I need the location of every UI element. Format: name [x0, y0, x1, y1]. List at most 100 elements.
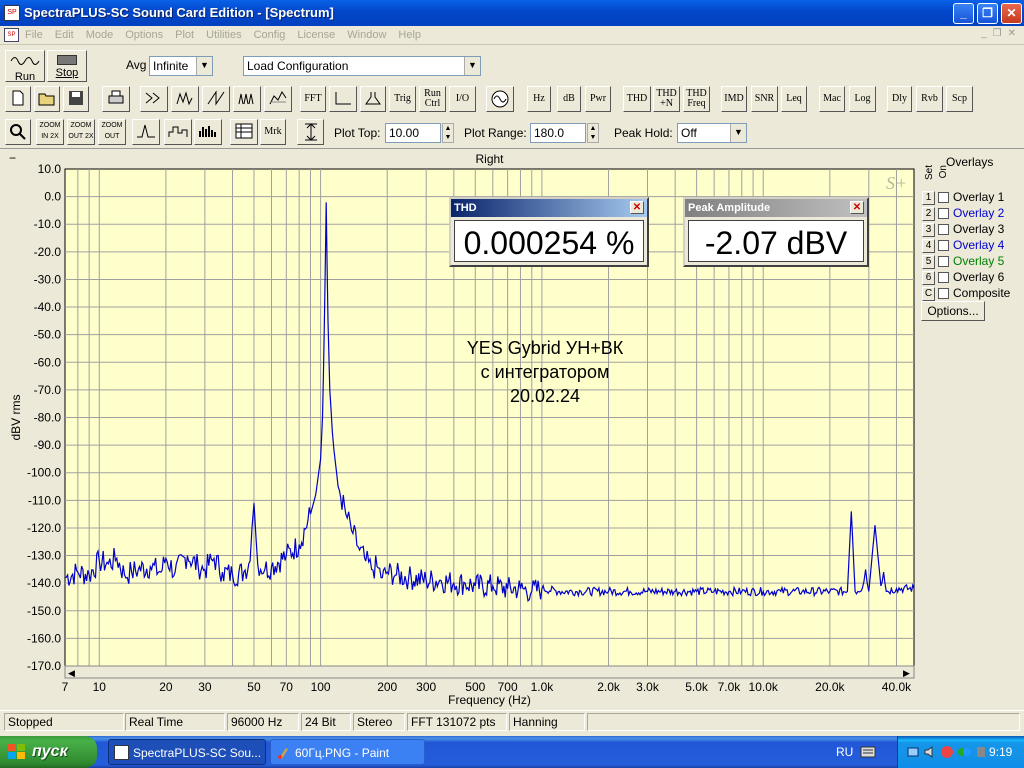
overlay-checkbox[interactable] — [938, 240, 949, 252]
weighting-button[interactable] — [360, 86, 386, 112]
menu-edit[interactable]: Edit — [55, 29, 74, 41]
start-button[interactable]: пуск — [0, 736, 97, 768]
save-button[interactable] — [63, 86, 89, 112]
overlay-set-button[interactable]: 4 — [922, 238, 935, 253]
calibrate-button[interactable] — [486, 86, 514, 112]
line-plot-button[interactable] — [132, 119, 160, 145]
mdi-controls: _ ❐ ✕ — [981, 28, 1016, 39]
overlay-set-button[interactable]: C — [922, 286, 935, 301]
generator-button[interactable] — [140, 86, 168, 112]
minimize-button[interactable]: _ — [953, 3, 974, 24]
menu-window[interactable]: Window — [347, 29, 386, 41]
overlay-checkbox[interactable] — [938, 272, 949, 284]
app-icon[interactable]: SP — [4, 5, 20, 21]
hz-button[interactable]: Hz — [527, 86, 551, 112]
overlay-set-button[interactable]: 3 — [922, 222, 935, 237]
keyboard-icon[interactable] — [860, 745, 876, 759]
trig-button[interactable]: Trig — [389, 86, 416, 112]
thd-freq-button[interactable]: THD Freq — [683, 86, 710, 112]
overlay-checkbox[interactable] — [938, 192, 949, 204]
thd-button[interactable]: THD — [623, 86, 651, 112]
db-button[interactable]: dB — [557, 86, 581, 112]
close-icon[interactable]: ✕ — [630, 201, 644, 214]
zoom-in-button[interactable]: ZOOM IN 2X — [36, 119, 64, 145]
peak-hold-select[interactable]: Off ▼ — [677, 123, 747, 143]
mdi-restore-icon[interactable]: ❐ — [993, 28, 1002, 39]
run-button[interactable]: Run — [5, 50, 45, 82]
menu-mode[interactable]: Mode — [86, 29, 114, 41]
overlay-set-button[interactable]: 2 — [922, 206, 935, 221]
stop-button[interactable]: Stop — [47, 50, 87, 82]
plot-top-input[interactable]: 10.00 — [385, 123, 441, 143]
fft-button[interactable]: FFT — [300, 86, 326, 112]
spectrogram-button[interactable] — [264, 86, 292, 112]
zoom-button[interactable] — [5, 119, 31, 145]
menu-help[interactable]: Help — [398, 29, 421, 41]
peak-amplitude-meter[interactable]: Peak Amplitude ✕ -2.07 dBV — [683, 197, 869, 267]
waveform-button[interactable] — [202, 86, 230, 112]
status-state: Stopped — [4, 713, 124, 731]
plot-range-stepper[interactable]: ▲ ▼ — [587, 123, 599, 143]
network-icon[interactable] — [906, 745, 920, 759]
close-button[interactable]: ✕ — [1001, 3, 1022, 24]
log-button[interactable]: Log — [849, 86, 876, 112]
thdn-button[interactable]: THD +N — [653, 86, 680, 112]
run-ctrl-button[interactable]: Run Ctrl — [419, 86, 446, 112]
marker-button[interactable]: Mrk — [260, 119, 286, 145]
task-spectraplus[interactable]: SpectraPLUS-SC Sou... — [108, 739, 266, 765]
security-icon[interactable] — [940, 745, 954, 759]
bar-plot-button[interactable] — [164, 119, 192, 145]
menu-options[interactable]: Options — [125, 29, 163, 41]
menu-config[interactable]: Config — [254, 29, 286, 41]
avg-select[interactable]: Infinite ▼ — [149, 56, 213, 76]
overlay-set-button[interactable]: 5 — [922, 254, 935, 269]
mdi-minimize-icon[interactable]: _ — [981, 28, 987, 39]
mac-button[interactable]: Mac — [819, 86, 845, 112]
autoscale-button[interactable] — [297, 119, 324, 145]
language-indicator[interactable]: RU — [836, 736, 853, 768]
volume-icon[interactable] — [923, 745, 937, 759]
menu-file[interactable]: File — [25, 29, 43, 41]
new-button[interactable] — [5, 86, 31, 112]
pwr-button[interactable]: Pwr — [585, 86, 611, 112]
spectrum-button[interactable] — [171, 86, 199, 112]
menu-plot[interactable]: Plot — [175, 29, 194, 41]
menu-utilities[interactable]: Utilities — [206, 29, 241, 41]
overlay-set-button[interactable]: 6 — [922, 270, 935, 285]
overlay-checkbox[interactable] — [938, 224, 949, 236]
snr-button[interactable]: SNR — [751, 86, 778, 112]
document-icon[interactable]: SP — [4, 28, 19, 42]
plot-top-stepper[interactable]: ▲ ▼ — [442, 123, 454, 143]
bar-graph-button[interactable] — [329, 86, 357, 112]
scp-button[interactable]: Scp — [946, 86, 973, 112]
collapse-button[interactable]: − — [9, 151, 16, 165]
plot-range-input[interactable]: 180.0 — [530, 123, 586, 143]
rvb-button[interactable]: Rvb — [916, 86, 943, 112]
octave-button[interactable] — [194, 119, 222, 145]
overlay-checkbox[interactable] — [938, 256, 949, 268]
zoom-out-button[interactable]: ZOOM OUT 2X — [67, 119, 95, 145]
close-icon[interactable]: ✕ — [850, 201, 864, 214]
configuration-select[interactable]: Load Configuration ▼ — [243, 56, 481, 76]
io-button[interactable]: I/O — [449, 86, 476, 112]
zoom-full-button[interactable]: ZOOM OUT FULL — [98, 119, 126, 145]
overlay-options-button[interactable]: Options... — [921, 301, 985, 321]
task-paint[interactable]: 60Гц.PNG - Paint — [270, 739, 425, 765]
imd-button[interactable]: IMD — [721, 86, 747, 112]
waterfall-button[interactable] — [233, 86, 261, 112]
restore-button[interactable]: ❐ — [977, 3, 998, 24]
thd-meter[interactable]: THD ✕ 0.000254 % — [449, 197, 649, 267]
horizontal-scrollbar[interactable] — [64, 665, 915, 679]
messenger-icon[interactable] — [957, 745, 971, 759]
overlay-set-button[interactable]: 1 — [922, 190, 935, 205]
print-button[interactable] — [102, 86, 130, 112]
usb-icon[interactable] — [974, 745, 988, 759]
open-button[interactable] — [34, 86, 60, 112]
overlay-checkbox[interactable] — [938, 208, 949, 220]
overlay-checkbox[interactable] — [938, 288, 949, 300]
spreadsheet-button[interactable] — [230, 119, 258, 145]
mdi-close-icon[interactable]: ✕ — [1008, 28, 1016, 39]
dly-button[interactable]: Dly — [887, 86, 912, 112]
menu-license[interactable]: License — [297, 29, 335, 41]
leq-button[interactable]: Leq — [781, 86, 807, 112]
